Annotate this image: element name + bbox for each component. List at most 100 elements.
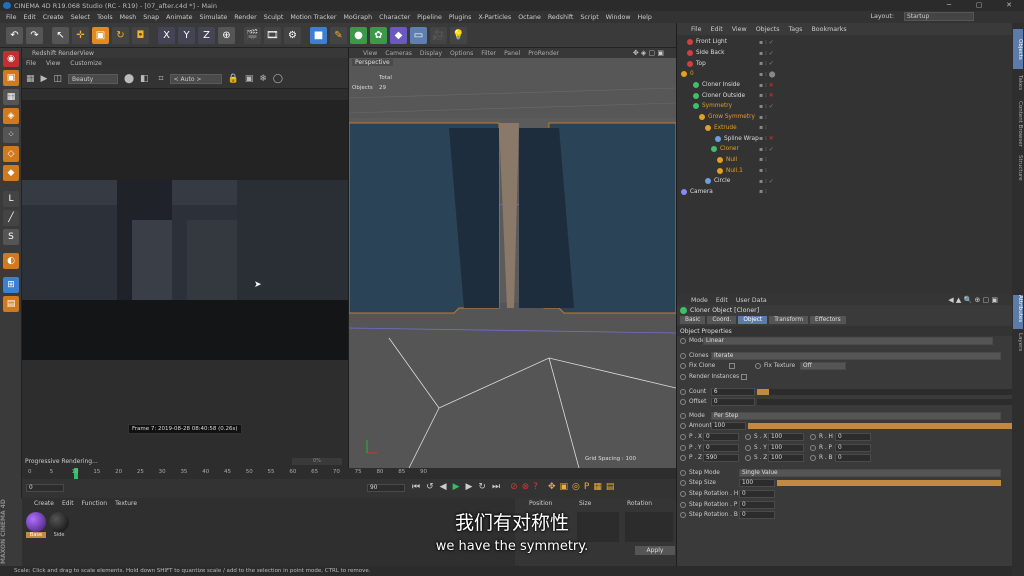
tab-object[interactable]: Object xyxy=(738,315,768,324)
mat-menu-function[interactable]: Function xyxy=(82,500,108,507)
animate-radio-icon[interactable] xyxy=(680,412,686,419)
minimize-button[interactable]: ─ xyxy=(934,0,964,11)
offset-field[interactable]: 0 xyxy=(710,398,755,407)
rv-menu-file[interactable]: File xyxy=(26,60,36,67)
side-tab-attributes[interactable]: Attributes xyxy=(1013,295,1023,329)
mat-menu-texture[interactable]: Texture xyxy=(115,500,137,507)
key-pla-icon[interactable]: ▦ xyxy=(593,482,602,492)
attribute-nav-icons[interactable]: ◀ ▲ 🔍 ⊕ ▢ ▣ xyxy=(948,296,998,304)
vp-menu-options[interactable]: Options xyxy=(450,50,473,57)
step-rot-h-field[interactable]: 0 xyxy=(739,490,775,499)
menu-script[interactable]: Script xyxy=(580,14,598,21)
vp-menu-view[interactable]: View xyxy=(363,50,377,57)
rot-b-field[interactable]: 0 xyxy=(835,454,871,463)
stop-icon[interactable]: ▶ xyxy=(41,74,48,84)
tab-transform[interactable]: Transform xyxy=(769,315,809,324)
vp-menu-cameras[interactable]: Cameras xyxy=(385,50,412,57)
region-icon[interactable]: ▣ xyxy=(245,74,254,84)
render-view-icon[interactable]: 🎬 xyxy=(244,26,261,44)
animate-radio-icon[interactable] xyxy=(680,480,686,487)
menu-select[interactable]: Select xyxy=(71,14,90,21)
deformer-icon[interactable]: ◆ xyxy=(390,26,407,44)
fix-clone-checkbox[interactable] xyxy=(729,363,735,370)
rv-menu-view[interactable]: View xyxy=(46,60,60,67)
layout-dropdown[interactable]: Startup xyxy=(904,12,974,21)
animate-radio-icon[interactable] xyxy=(680,338,686,345)
menu-tools[interactable]: Tools xyxy=(97,14,113,21)
rot-p-field[interactable]: 0 xyxy=(835,443,871,452)
polygons-mode-icon[interactable]: ◆ xyxy=(3,165,19,181)
tweak-mode-icon[interactable]: ╱ xyxy=(3,210,19,226)
step-size-field[interactable]: 100 xyxy=(739,479,775,488)
animate-radio-icon[interactable] xyxy=(745,455,751,462)
amount-field[interactable]: 100 xyxy=(710,422,747,431)
cube-icon[interactable]: ■ xyxy=(310,26,327,44)
close-button[interactable]: ✕ xyxy=(994,0,1024,11)
cloner-icon[interactable]: ✿ xyxy=(370,26,387,44)
scale-y-field[interactable]: 100 xyxy=(768,443,804,452)
om-menu-edit[interactable]: Edit xyxy=(711,26,723,33)
object-item-null[interactable]: Null ▪ ⁝ xyxy=(677,155,1012,166)
pen-icon[interactable]: ✎ xyxy=(330,26,347,44)
lock-icon[interactable]: 🔒 xyxy=(228,74,239,84)
render-image[interactable] xyxy=(22,100,348,360)
menu-character[interactable]: Character xyxy=(379,14,410,21)
rv-menu-customize[interactable]: Customize xyxy=(70,60,102,67)
viewport-nav-icons[interactable]: ✥ ◈ ▢ ▣ xyxy=(633,49,664,57)
pos-y-field[interactable]: 0 xyxy=(703,443,739,452)
key-scale-icon[interactable]: ▣ xyxy=(560,482,569,492)
menu-mograph[interactable]: MoGraph xyxy=(343,14,372,21)
menu-create[interactable]: Create xyxy=(43,14,64,21)
key-param-icon[interactable]: P xyxy=(584,482,589,492)
menu-x-particles[interactable]: X-Particles xyxy=(478,14,511,21)
scale-icon[interactable]: ▣ xyxy=(92,26,109,44)
object-item-grow-symmetry[interactable]: Grow Symmetry ▪ ⁝ xyxy=(677,112,1012,123)
edges-mode-icon[interactable]: ◇ xyxy=(3,146,19,162)
vp-menu-filter[interactable]: Filter xyxy=(481,50,496,57)
object-item-null-1[interactable]: Null.1 ▪ ⁝ xyxy=(677,165,1012,176)
snapshot-icon[interactable]: ◫ xyxy=(53,74,62,84)
animate-radio-icon[interactable] xyxy=(680,501,686,508)
go-to-start-icon[interactable]: ⏮ xyxy=(412,482,420,492)
play-icon[interactable]: ▶ xyxy=(453,482,460,492)
pos-z-field[interactable]: 590 xyxy=(703,454,739,463)
step-mode-value-select[interactable]: Single Value xyxy=(739,468,1001,477)
light-icon[interactable]: 💡 xyxy=(450,26,467,44)
menu-redshift[interactable]: Redshift xyxy=(548,14,574,21)
object-item-cloner-outside[interactable]: Cloner Outside ▪ ⁝ ✕ xyxy=(677,90,1012,101)
snowflake-icon[interactable]: ❄ xyxy=(259,74,267,84)
object-item-symmetry[interactable]: Symmetry ▪ ⁝ ✓ xyxy=(677,101,1012,112)
menu-mesh[interactable]: Mesh xyxy=(120,14,137,21)
points-mode-icon[interactable]: ⁘ xyxy=(3,127,19,143)
next-frame-icon[interactable]: ▶ xyxy=(466,482,473,492)
start-frame-field[interactable]: 0 xyxy=(26,484,64,492)
camera-icon[interactable]: 🎥 xyxy=(430,26,447,44)
animate-radio-icon[interactable] xyxy=(680,388,686,395)
x-axis-icon[interactable]: X xyxy=(158,26,175,44)
animate-radio-icon[interactable] xyxy=(680,374,686,381)
end-frame-field[interactable]: 90 xyxy=(367,484,405,492)
menu-pipeline[interactable]: Pipeline xyxy=(417,14,442,21)
am-menu-mode[interactable]: Mode xyxy=(691,297,708,304)
side-tab-objects[interactable]: Objects xyxy=(1013,29,1023,69)
sculpt-icon[interactable]: ◐ xyxy=(3,253,19,269)
step-size-slider[interactable] xyxy=(777,480,1001,487)
menu-snap[interactable]: Snap xyxy=(143,14,159,21)
object-item-extrude[interactable]: Extrude ▪ ⁝ xyxy=(677,123,1012,134)
vp-menu-panel[interactable]: Panel xyxy=(504,50,520,57)
object-item-cloner[interactable]: Cloner ▪ ⁝ ✓ xyxy=(677,144,1012,155)
texture-mode-icon[interactable]: ▦ xyxy=(3,89,19,105)
animate-radio-icon[interactable] xyxy=(745,434,751,441)
tab-basic[interactable]: Basic xyxy=(680,315,706,324)
color-icon[interactable]: ◧ xyxy=(140,74,149,84)
animate-radio-icon[interactable] xyxy=(680,399,686,406)
mode-select[interactable]: Linear xyxy=(703,337,993,346)
autokey-icon[interactable]: ⊗ xyxy=(522,482,530,492)
rgb-icon[interactable]: ⬤ xyxy=(124,74,134,84)
amount-slider[interactable] xyxy=(748,423,1012,430)
animate-radio-icon[interactable] xyxy=(810,455,816,462)
object-item-cloner-inside[interactable]: Cloner Inside ▪ ⁝ ✕ xyxy=(677,80,1012,91)
prev-key-icon[interactable]: ↺ xyxy=(426,482,434,492)
key-position-icon[interactable]: ✥ xyxy=(548,482,556,492)
mat-menu-create[interactable]: Create xyxy=(34,500,54,507)
